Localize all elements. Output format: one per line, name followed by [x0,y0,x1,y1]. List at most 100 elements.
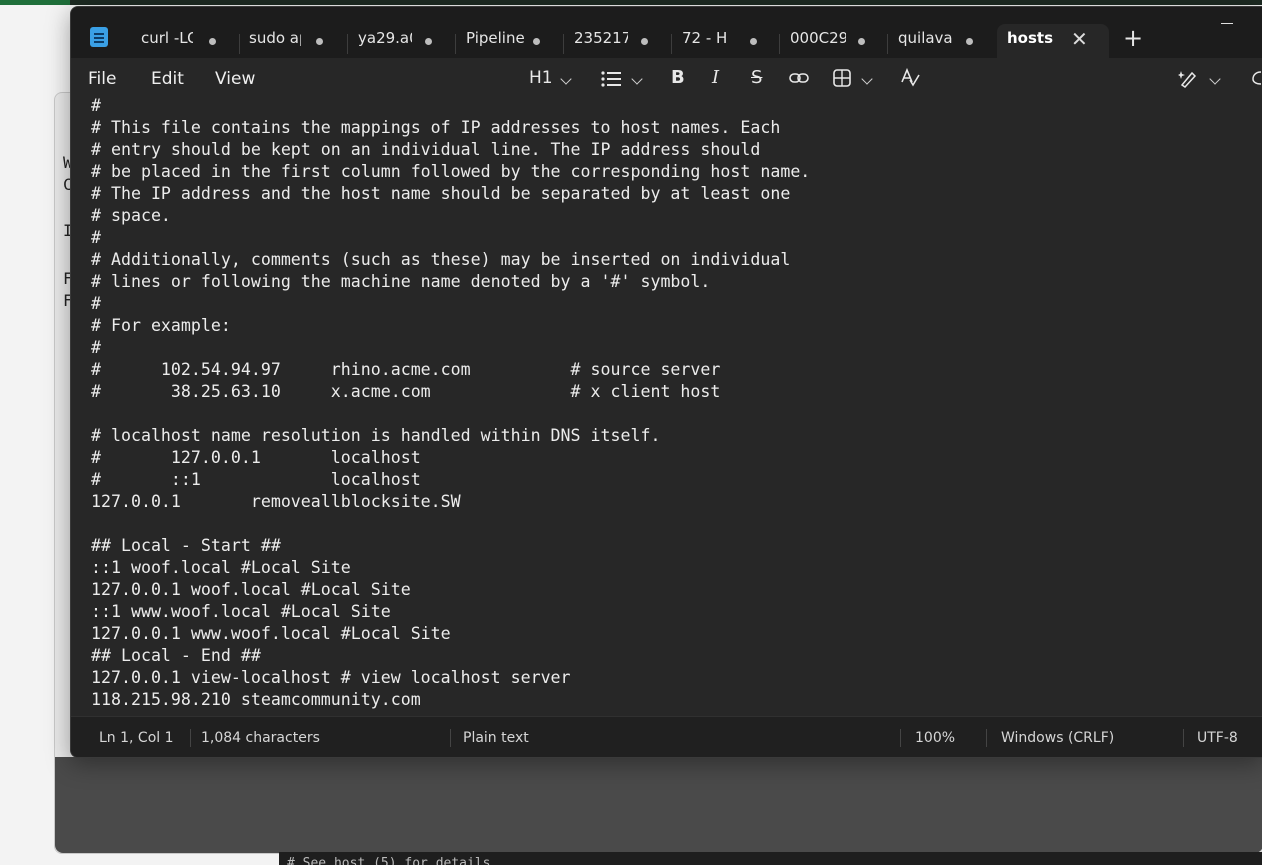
italic-button[interactable]: I [712,67,719,88]
editor-line: ## Local - End ## [91,646,261,665]
character-count: 1,084 characters [201,730,320,746]
tab-quilava[interactable]: quilava [887,24,979,58]
tab-label: quilava [898,29,953,47]
menu-bar: File Edit View H1 B I S [71,58,1262,98]
list-icon[interactable] [600,70,622,88]
minimize-icon[interactable] [1221,23,1233,24]
tab-72-h[interactable]: 72 - H [671,24,763,58]
status-divider [190,729,191,747]
tab-label: ya29.a0 [358,29,412,47]
spellcheck-icon[interactable] [900,68,920,88]
tab-2352177[interactable]: 2352177 [563,24,655,58]
editor-line: # ::1 localhost [91,470,421,489]
bold-button[interactable]: B [671,67,685,88]
menu-view[interactable]: View [215,69,255,89]
editor-line: # be placed in the first column followed… [91,162,811,181]
table-icon[interactable] [833,69,851,87]
tab-label: hosts [1007,29,1054,47]
editor-line: # 127.0.0.1 localhost [91,448,421,467]
editor-line: # space. [91,206,171,225]
heading-button[interactable]: H1 [529,68,553,88]
tab-curl[interactable]: curl -LO [141,24,221,58]
chevron-down-icon[interactable] [560,73,572,85]
editor-line: # 102.54.94.97 rhino.acme.com # source s… [91,360,721,379]
editor-line: 127.0.0.1 woof.local #Local Site [91,580,411,599]
link-icon[interactable] [789,71,809,85]
zoom-level[interactable]: 100% [915,730,955,746]
tab-label: sudo ap [249,29,301,47]
status-divider [986,729,987,747]
tab-ya29[interactable]: ya29.a0 [347,24,439,58]
top-strip-accent [0,0,70,5]
editor-line: 118.215.98.210 steamcommunity.com [91,690,421,709]
editor-line: # lines or following the machine name de… [91,272,711,291]
background-window-footer [55,757,1262,853]
editor-line: ::1 woof.local #Local Site [91,558,351,577]
tab-separator [563,34,564,54]
chevron-down-icon[interactable] [861,73,873,85]
tab-separator [455,34,456,54]
tab-000c29[interactable]: 000C29 [779,24,871,58]
unsaved-dot-icon[interactable] [641,38,648,45]
editor-line: 127.0.0.1 removeallblocksite.SW [91,492,461,511]
editor-line: # localhost name resolution is handled w… [91,426,661,445]
unsaved-dot-icon[interactable] [533,38,540,45]
encoding[interactable]: UTF-8 [1197,730,1238,746]
tab-separator [347,34,348,54]
tab-separator [887,34,888,54]
tab-hosts[interactable]: hosts ✕ [997,24,1109,58]
tab-bar: curl -LO sudo ap ya29.a0 Pipeline 235217… [71,7,1262,58]
tab-separator [671,34,672,54]
strikethrough-button[interactable]: S [751,67,762,88]
editor-line: # [91,338,101,357]
line-ending[interactable]: Windows (CRLF) [1001,730,1114,746]
unsaved-dot-icon[interactable] [966,38,973,45]
chevron-down-icon[interactable] [1209,73,1221,85]
menu-file[interactable]: File [88,69,116,89]
editor-line: # [91,228,101,247]
notepad-window: curl -LO sudo ap ya29.a0 Pipeline 235217… [70,6,1262,758]
editor-line: # [91,294,101,313]
tab-separator [239,34,240,54]
background-terminal-text: # See host (5) for details [287,856,491,865]
status-divider [900,729,901,747]
editor-line: # 38.25.63.10 x.acme.com # x client host [91,382,721,401]
chevron-down-icon[interactable] [631,73,643,85]
editor-line: # The IP address and the host name shoul… [91,184,791,203]
tab-pipeline[interactable]: Pipeline [455,24,547,58]
editor-line: ## Local - Start ## [91,536,281,555]
new-tab-button[interactable]: + [1123,24,1143,52]
close-tab-icon[interactable]: ✕ [1071,27,1088,51]
editor-line: # This file contains the mappings of IP … [91,118,781,137]
tab-separator [779,34,780,54]
unsaved-dot-icon[interactable] [425,38,432,45]
unsaved-dot-icon[interactable] [858,38,865,45]
menu-edit[interactable]: Edit [151,69,184,89]
tab-label: Pipeline [466,29,524,47]
unsaved-dot-icon[interactable] [316,38,323,45]
tab-label: 000C29 [790,29,846,47]
tab-label: 2352177 [574,29,628,47]
status-divider [450,729,451,747]
text-editor[interactable]: # # This file contains the mappings of IP… [71,98,1262,716]
editor-line: # [91,98,101,115]
unsaved-dot-icon[interactable] [750,38,757,45]
format-indicator[interactable]: Plain text [463,730,529,746]
top-strip [0,0,1262,5]
unsaved-dot-icon[interactable] [209,38,216,45]
settings-icon[interactable] [1251,70,1262,86]
editor-line: # For example: [91,316,231,335]
notepad-app-icon [90,27,108,47]
tab-label: curl -LO [141,29,193,47]
editor-line: # Additionally, comments (such as these)… [91,250,791,269]
status-divider [1183,729,1184,747]
cursor-position[interactable]: Ln 1, Col 1 [99,730,174,746]
tab-sudo[interactable]: sudo ap [239,24,331,58]
copilot-pen-icon[interactable] [1178,68,1200,88]
editor-lines: # # This file contains the mappings of IP… [91,98,810,711]
editor-line: # entry should be kept on an individual … [91,140,761,159]
tab-label: 72 - H [682,29,728,47]
editor-line: 127.0.0.1 www.woof.local #Local Site [91,624,451,643]
